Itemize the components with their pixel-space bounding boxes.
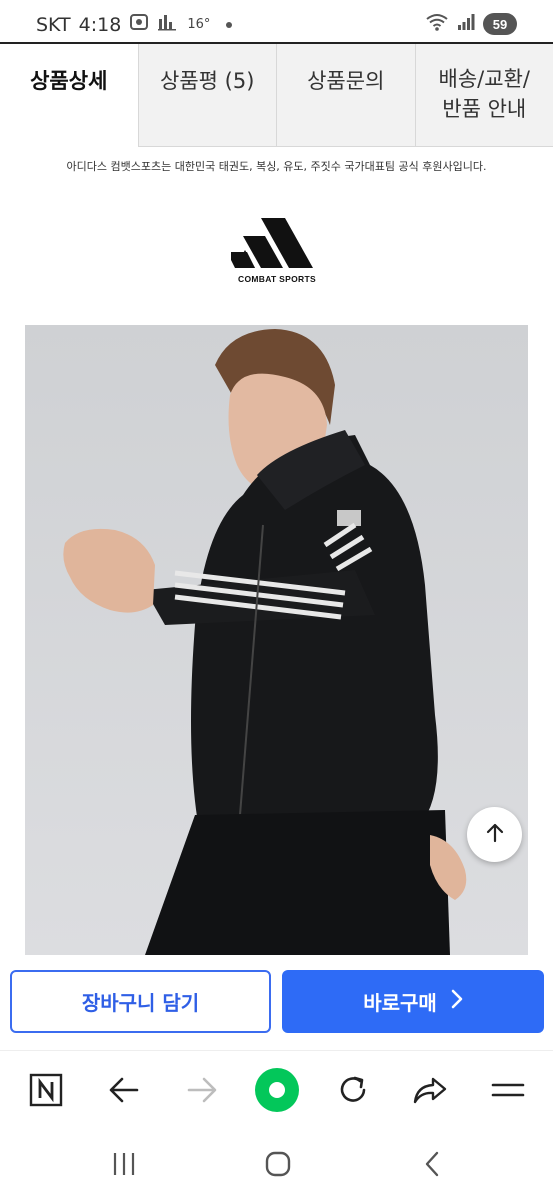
status-right: 59 (425, 12, 517, 36)
system-back-icon[interactable] (412, 1128, 452, 1200)
recent-apps-icon[interactable] (104, 1128, 144, 1200)
product-tabs: 상품상세 상품평 (5) 상품문의 배송/교환/ 반품 안내 (0, 42, 553, 147)
share-icon[interactable] (410, 1051, 450, 1129)
chevron-right-icon (451, 989, 463, 1014)
adidas-logo (227, 212, 323, 272)
signal-icon (457, 13, 475, 35)
back-icon[interactable] (104, 1051, 144, 1129)
status-left: SKT 4:18 16° (36, 13, 233, 36)
wifi-icon (425, 12, 449, 36)
status-bar: SKT 4:18 16° 59 (0, 0, 553, 46)
logo-caption: COMBAT SPORTS (238, 274, 316, 284)
menu-icon[interactable] (488, 1051, 528, 1129)
naver-icon[interactable] (26, 1051, 66, 1129)
sponsor-notice: 아디다스 컴뱃스포츠는 대한민국 태권도, 복싱, 유도, 주짓수 국가대표팀 … (66, 160, 487, 173)
system-navigation (0, 1128, 553, 1200)
tab-shipping-returns[interactable]: 배송/교환/ 반품 안내 (414, 44, 553, 147)
green-dot-icon[interactable] (252, 1051, 302, 1129)
carrier: SKT (36, 13, 71, 36)
add-to-cart-label: 장바구니 담기 (81, 991, 200, 1015)
buy-now-button[interactable]: 바로구매 (282, 970, 544, 1033)
tab-inquiries[interactable]: 상품문의 (276, 44, 415, 147)
add-to-cart-button[interactable]: 장바구니 담기 (10, 970, 271, 1033)
tab-product-detail[interactable]: 상품상세 (0, 44, 138, 147)
browser-toolbar (0, 1050, 553, 1128)
purchase-actions: 장바구니 담기 바로구매 (0, 955, 553, 1050)
chart-icon (157, 13, 177, 36)
product-photo (25, 325, 528, 955)
buy-now-label: 바로구매 (363, 991, 437, 1015)
temperature: 16° (187, 17, 211, 32)
screenshot-icon (129, 13, 149, 36)
clock: 4:18 (78, 13, 122, 36)
tab-reviews[interactable]: 상품평 (5) (137, 44, 276, 147)
arrow-up-icon (484, 822, 506, 848)
scroll-to-top-button[interactable] (467, 807, 522, 862)
home-icon[interactable] (258, 1128, 298, 1200)
forward-icon[interactable] (182, 1051, 222, 1129)
notification-dot-icon (226, 21, 233, 28)
refresh-icon[interactable] (333, 1051, 373, 1129)
battery-indicator: 59 (483, 13, 517, 35)
